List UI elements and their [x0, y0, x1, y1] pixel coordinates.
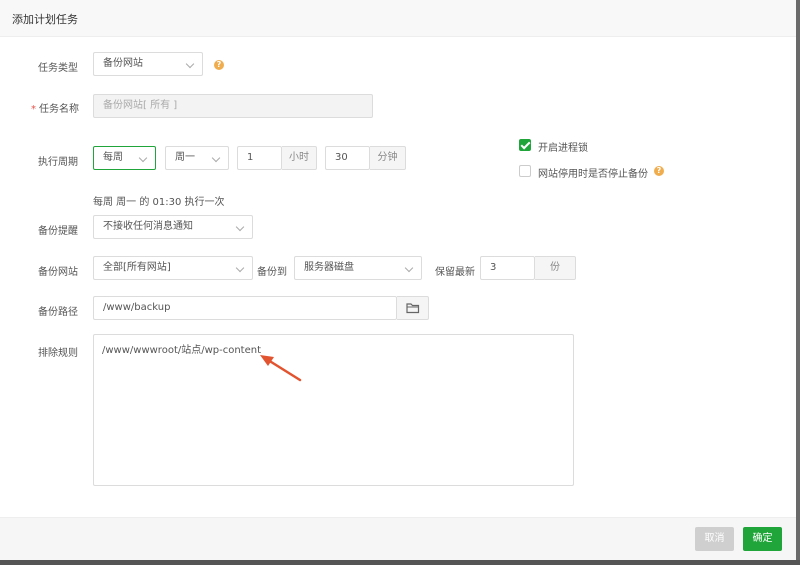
folder-icon [405, 303, 419, 314]
site-select[interactable]: 全部[所有网站] [93, 256, 253, 280]
backup-to-select[interactable]: 服务器磁盘 [294, 256, 422, 280]
task-type-label: 任务类型 [38, 63, 78, 74]
minute-value: 30 [335, 152, 348, 163]
add-task-dialog: 添加计划任务 任务类型 备份网站 ? * 任务名称 备份网站[ 所有 ] 执行周期… [0, 0, 796, 561]
dialog-header: 添加计划任务 [0, 0, 796, 37]
period-select[interactable]: 每周 [93, 146, 156, 170]
chevron-down-icon [404, 263, 414, 273]
question-icon[interactable]: ? [654, 166, 664, 176]
required-mark: * [31, 104, 36, 115]
path-input[interactable]: /www/backup [93, 296, 397, 320]
keep-input[interactable]: 3 [480, 256, 535, 280]
process-lock-checkbox[interactable] [519, 139, 531, 151]
path-label: 备份路径 [38, 307, 78, 318]
stop-backup-label: 网站停用时是否停止备份 [538, 169, 648, 180]
backup-to-label: 备份到 [257, 267, 287, 278]
notify-select[interactable]: 不接收任何消息通知 [93, 215, 253, 239]
process-lock-label: 开启进程锁 [538, 143, 588, 154]
task-name-input[interactable]: 备份网站[ 所有 ] [93, 94, 373, 118]
window-bottom-edge [0, 560, 800, 565]
site-value: 全部[所有网站] [103, 262, 171, 273]
chevron-down-icon [138, 153, 148, 163]
hour-value: 1 [247, 152, 254, 163]
cancel-button[interactable]: 取消 [695, 527, 734, 551]
backup-to-value: 服务器磁盘 [304, 262, 354, 273]
dialog-title: 添加计划任务 [12, 13, 78, 26]
task-type-value: 备份网站 [103, 58, 143, 69]
weekday-value: 周一 [175, 152, 195, 163]
window-edge [796, 0, 800, 565]
keep-value: 3 [490, 262, 497, 273]
exclude-label: 排除规则 [38, 348, 78, 359]
stop-backup-checkbox[interactable] [519, 165, 531, 177]
question-icon[interactable]: ? [214, 60, 224, 70]
cycle-summary: 每周 周一 的 01:30 执行一次 [93, 197, 225, 208]
minute-unit: 分钟 [370, 146, 406, 170]
site-label: 备份网站 [38, 267, 78, 278]
chevron-down-icon [185, 59, 195, 69]
exclude-value: /www/wwwroot/站点/wp-content [102, 345, 262, 356]
task-name-label: * 任务名称 [31, 104, 79, 115]
chevron-down-icon [235, 222, 245, 232]
path-value: /www/backup [103, 302, 171, 313]
notify-label: 备份提醒 [38, 226, 78, 237]
folder-button[interactable] [397, 296, 429, 320]
task-type-select[interactable]: 备份网站 [93, 52, 203, 76]
keep-unit: 份 [535, 256, 576, 280]
keep-label: 保留最新 [435, 267, 475, 278]
dialog-footer: 取消 确定 [0, 517, 796, 561]
minute-input[interactable]: 30 [325, 146, 370, 170]
notify-value: 不接收任何消息通知 [103, 221, 193, 232]
task-name-placeholder: 备份网站[ 所有 ] [103, 100, 178, 111]
hour-unit: 小时 [282, 146, 317, 170]
hour-input[interactable]: 1 [237, 146, 282, 170]
chevron-down-icon [211, 153, 221, 163]
chevron-down-icon [235, 263, 245, 273]
cycle-label: 执行周期 [38, 157, 78, 168]
confirm-button[interactable]: 确定 [743, 527, 782, 551]
annotation-arrow [260, 355, 302, 382]
weekday-select[interactable]: 周一 [165, 146, 229, 170]
exclude-textarea[interactable]: /www/wwwroot/站点/wp-content [93, 334, 574, 486]
period-value: 每周 [103, 152, 123, 163]
